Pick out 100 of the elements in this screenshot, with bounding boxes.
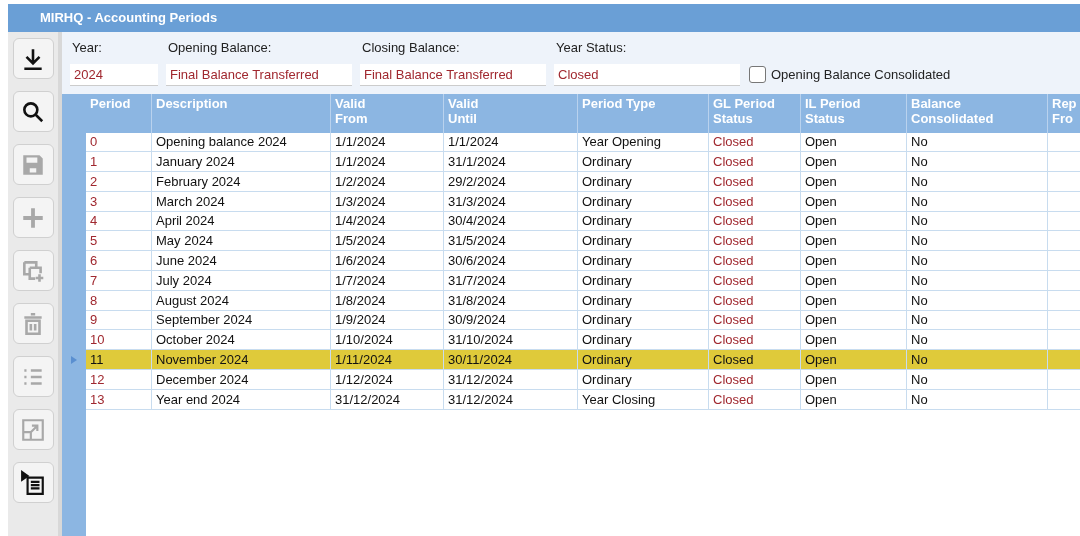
table-cell-text: No [911, 133, 928, 152]
table-cell-text: Closed [713, 172, 754, 191]
text-field[interactable]: Final Balance Transferred [166, 63, 352, 86]
table-cell-text: November 2024 [156, 350, 249, 369]
checkbox[interactable] [749, 66, 766, 83]
table-cell-text: 31/10/2024 [448, 331, 514, 350]
window-title: MIRHQ - Accounting Periods [8, 4, 1080, 32]
table-cell-text: 1/9/2024 [335, 311, 386, 330]
table-cell-text: 31/3/2024 [448, 192, 506, 211]
table-cell-text: No [911, 192, 928, 211]
table-cell-text: 2 [90, 172, 98, 191]
table-cell-text: Ordinary [582, 152, 632, 171]
table-cell-text: 3 [90, 192, 98, 211]
table-cell-text: 1/11/2024 [335, 350, 392, 369]
table-row[interactable]: 9 September 2024 1/9/2024 30/9/2024 Ordinary Closed Open No [86, 310, 1080, 331]
text-field[interactable]: Closed [554, 63, 740, 86]
table-cell-text: Ordinary [582, 192, 632, 211]
field-label: Year Status: [555, 39, 628, 57]
table-cell-text: 1/2/2024 [335, 172, 386, 191]
toolbar-button[interactable] [12, 38, 54, 79]
table-cell-text: Open [805, 133, 837, 152]
checkbox-label: Opening Balance Consolidated [771, 65, 951, 84]
table-cell-text: 1/10/2024 [335, 331, 393, 350]
table-cell-text: Open [805, 390, 837, 409]
table-cell-text: December 2024 [156, 370, 249, 389]
table-cell-text: 12 [90, 370, 105, 389]
table-cell-text: Ordinary [582, 212, 632, 231]
current-row-indicator-icon [71, 356, 77, 365]
table-cell-text: Open [805, 331, 837, 350]
table-cell-text: Ordinary [582, 291, 632, 310]
table-cell-text: Closed [713, 192, 754, 211]
table-cell-text: 11 [90, 350, 104, 369]
table-row[interactable]: 7 July 2024 1/7/2024 31/7/2024 Ordinary Closed Open No [86, 271, 1080, 291]
table-cell-text: 30/11/2024 [448, 350, 513, 369]
field-label: Opening Balance: [167, 39, 273, 57]
table-cell-text: 13 [90, 390, 105, 409]
table-cell-text: 31/12/2024 [448, 370, 514, 389]
toolbar-button[interactable] [12, 462, 54, 503]
table-cell-text: 1/6/2024 [335, 251, 386, 270]
toolbar-button[interactable] [12, 91, 54, 132]
table-cell-text: No [911, 172, 928, 191]
table-cell-text: 31/7/2024 [448, 271, 506, 290]
table-cell-text: No [911, 251, 928, 270]
details-list-icon [20, 469, 46, 496]
table-cell-text: 8 [90, 291, 98, 310]
table-cell-text: 1/12/2024 [335, 370, 393, 389]
table-cell-text: Open [805, 350, 837, 369]
table-row[interactable]: 11 November 2024 1/11/2024 30/11/2024 Ordinary Closed Open No [86, 350, 1080, 371]
table-row[interactable]: 5 May 2024 1/5/2024 31/5/2024 Ordinary Closed Open No [86, 231, 1080, 252]
table-cell-text: October 2024 [156, 331, 235, 350]
table-cell-text: 5 [90, 232, 98, 251]
text-field[interactable]: Final Balance Transferred [360, 63, 546, 86]
table-cell-text: Opening balance 2024 [156, 133, 287, 152]
table-row[interactable]: 1 January 2024 1/1/2024 31/1/2024 Ordinary Closed Open No [86, 152, 1080, 173]
table-row[interactable]: 2 February 2024 1/2/2024 29/2/2024 Ordinary Closed Open No [86, 172, 1080, 192]
table-row[interactable]: 3 March 2024 1/3/2024 31/3/2024 Ordinary Closed Open No [86, 191, 1080, 212]
table-row[interactable]: 13 Year end 2024 31/12/2024 31/12/2024 Year Closing Closed Open No [86, 389, 1080, 410]
field-label: Year: [71, 39, 103, 57]
table-cell-text: April 2024 [156, 212, 215, 231]
table-cell-text: 1/1/2024 [335, 133, 386, 152]
table-cell-text: 29/2/2024 [448, 172, 506, 191]
table-cell-text: Open [805, 311, 837, 330]
table-row[interactable]: 4 April 2024 1/4/2024 30/4/2024 Ordinary Closed Open No [86, 211, 1080, 232]
table-cell-text: Open [805, 271, 837, 290]
table-row[interactable]: 10 October 2024 1/10/2024 31/10/2024 Ordinary Closed Open No [86, 330, 1080, 351]
table-row[interactable]: 0 Opening balance 2024 1/1/2024 1/1/2024 Year Opening Closed Open No [86, 132, 1080, 153]
table-cell-text: Open [805, 192, 837, 211]
table-cell-text: Ordinary [582, 172, 632, 191]
table-cell-text: Closed [713, 212, 754, 231]
table-cell-text: Open [805, 212, 837, 231]
table-cell-text: Closed [713, 133, 754, 152]
table-cell-text: No [911, 232, 928, 251]
text-field[interactable]: 2024 [70, 63, 158, 86]
table-row[interactable]: 6 June 2024 1/6/2024 30/6/2024 Ordinary Closed Open No [86, 251, 1080, 272]
table-cell-text: No [911, 291, 928, 310]
table-cell-text: No [911, 311, 928, 330]
table-cell-text: Closed [713, 251, 754, 270]
table-cell-text: Ordinary [582, 370, 632, 389]
table-cell-text: 7 [90, 271, 98, 290]
table-cell-text: 31/1/2024 [448, 152, 506, 171]
table-cell-text: 31/8/2024 [448, 291, 506, 310]
table-cell-text: Closed [713, 271, 754, 290]
table-row[interactable]: 8 August 2024 1/8/2024 31/8/2024 Ordinary Closed Open No [86, 290, 1080, 311]
table-cell-text: Closed [713, 331, 754, 350]
table-cell-text: Closed [713, 370, 754, 389]
table-cell-text: 30/4/2024 [448, 212, 506, 231]
table-cell-text: May 2024 [156, 232, 214, 251]
table-cell-text: 1/3/2024 [335, 192, 386, 211]
table-cell-text: September 2024 [156, 311, 253, 330]
table-cell-text: Closed [713, 232, 754, 251]
table-cell-text: Ordinary [582, 232, 632, 251]
table-cell-text: 30/6/2024 [448, 251, 506, 270]
table-cell-text: 6 [90, 251, 98, 270]
table-cell-text: Closed [713, 350, 754, 369]
table-cell-text: Ordinary [582, 251, 632, 270]
table-row[interactable]: 12 December 2024 1/12/2024 31/12/2024 Ordinary Closed Open No [86, 370, 1080, 390]
table-cell-text: 1/4/2024 [335, 212, 386, 231]
table-cell-text: March 2024 [156, 192, 225, 211]
table-cell-text: 1/1/2024 [335, 152, 386, 171]
table-cell-text: 31/12/2024 [448, 390, 514, 409]
